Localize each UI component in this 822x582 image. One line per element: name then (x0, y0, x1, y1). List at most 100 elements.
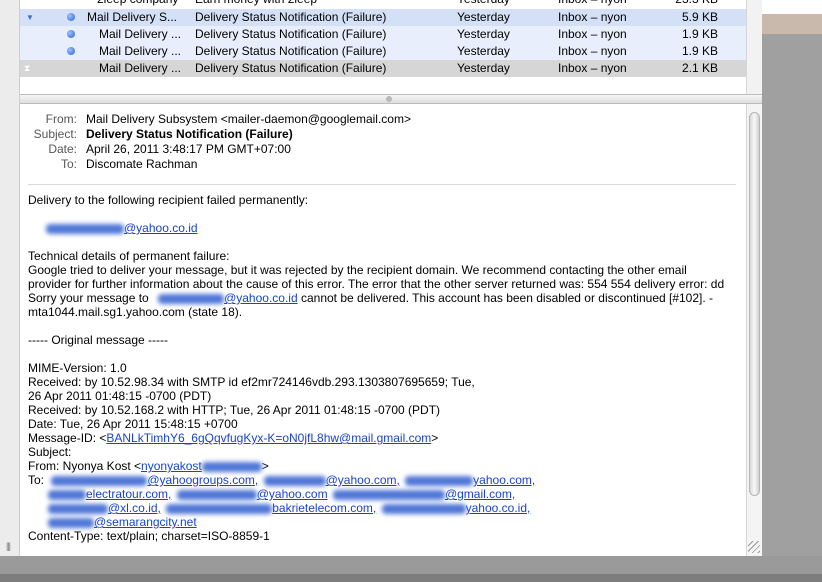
tech-line-text: cannot be delivered. This account has be… (300, 291, 714, 305)
redacted-text (158, 293, 225, 304)
original-message-separator: ----- Original message ----- (28, 333, 169, 347)
redacted-text (332, 489, 445, 500)
header-value: Delivery Status Notification (Failure) (86, 127, 293, 141)
recipient-link-text[interactable]: @yahoo.com (257, 487, 328, 501)
redacted-text (48, 503, 108, 514)
unread-dot-icon (67, 47, 75, 55)
raw-header-line: Received: by 10.52.98.34 with SMTP id ef… (28, 375, 475, 389)
recipient-link-text[interactable]: yahoo.co.id, (466, 501, 531, 515)
raw-header-line: 26 Apr 2011 01:48:15 -0700 (PDT) (28, 389, 212, 403)
message-mailbox: Inbox – nyon (558, 61, 627, 75)
header-value[interactable]: Mail Delivery Subsystem <mailer-daemon@g… (86, 112, 411, 127)
header-label: Date: (48, 142, 77, 156)
message-viewer[interactable]: From: Mail Delivery Subsystem <mailer-da… (20, 104, 746, 556)
message-id-link[interactable]: BANLkTimhY6_6gQqvfugKyx-K=oN0jfL8hw@mail… (106, 431, 431, 445)
message-size: 2.1 KB (681, 61, 718, 75)
recipient-link-text[interactable]: @yahoo.co.id (124, 221, 198, 235)
message-size: 1.9 KB (681, 44, 718, 58)
message-size: 5.9 KB (681, 10, 718, 24)
redacted-text (263, 475, 326, 486)
message-from: Mail Delivery ... (99, 44, 182, 58)
desktop-background (0, 556, 822, 582)
raw-header-text: Message-ID: < (28, 431, 107, 445)
message-subject: Delivery Status Notification (Failure) (195, 10, 387, 24)
message-mailbox: Inbox – nyon (558, 44, 627, 58)
message-row[interactable]: Mail Delivery ... Delivery Status Notifi… (20, 26, 746, 43)
message-list-empty-area[interactable] (20, 78, 746, 94)
tech-line: mta1044.mail.sg1.yahoo.com (state 18). (28, 305, 243, 319)
message-row-selected[interactable]: ⧗ Mail Delivery ... Delivery Status Noti… (20, 60, 746, 77)
recipient-link-text[interactable]: yahoo.com, (473, 473, 535, 487)
window-resize-grip-icon[interactable] (748, 541, 760, 553)
recipient-link-text[interactable]: @yahoo.co.id (224, 291, 298, 305)
message-size: 23.3 KB (640, 0, 718, 8)
raw-header-line: To: @yahoogroups.com, @yahoo.com, yahoo.… (28, 473, 535, 487)
message-from: 2leep company (97, 0, 197, 8)
recipient-link[interactable]: @yahoo.co.id (46, 221, 198, 235)
redacted-text (381, 503, 466, 514)
recipient-link-text[interactable]: @semarangcity.net (94, 515, 197, 529)
redacted-text (166, 503, 273, 514)
message-date: Yesterday (457, 44, 510, 58)
raw-header-text: > (261, 459, 269, 473)
header-label: Subject: (33, 127, 77, 141)
raw-header-line: electratour.com, @yahoo.com @gmail.com, (48, 487, 515, 501)
redacted-text (48, 489, 86, 500)
message-subject: Delivery Status Notification (Failure) (195, 44, 387, 58)
recipient-link-text[interactable]: @yahoo.com, (326, 473, 400, 487)
message-date: Yesterday (457, 10, 510, 24)
recipient-link-text[interactable]: @yahoogroups.com, (147, 473, 258, 487)
redacted-text (48, 517, 94, 528)
raw-header-line: Message-ID: <BANLkTimhY6_6gQqvfugKyx-K=o… (28, 431, 438, 445)
splitter-grip-icon[interactable] (386, 96, 392, 102)
sender-link[interactable]: nyonyakost (141, 459, 202, 473)
disclosure-triangle-icon[interactable]: ▼ (26, 9, 34, 26)
message-from: Mail Delivery ... (99, 27, 182, 41)
message-subject: Delivery Status Notification (Failure) (195, 27, 387, 41)
message-scrollbar[interactable] (746, 104, 762, 556)
redacted-text (51, 475, 148, 486)
mail-window: ||| 2leep company Earn money with 2leep … (0, 0, 762, 556)
redacted-text (176, 489, 257, 500)
header-label: To: (60, 157, 77, 171)
body-intro: Delivery to the following recipient fail… (28, 193, 309, 207)
message-mailbox: Inbox – nyon (558, 0, 634, 8)
raw-header-line: @xl.co.id, bakrietelecom.com, yahoo.co.i… (48, 501, 530, 515)
raw-header-line: Date: Tue, 26 Apr 2011 15:48:15 +0700 (28, 417, 238, 431)
raw-header-text: From: Nyonya Kost < (28, 459, 142, 473)
message-row[interactable]: Mail Delivery ... Delivery Status Notifi… (20, 43, 746, 60)
recipient-link-text[interactable]: bakrietelecom.com, (272, 501, 376, 515)
tech-line: Google tried to deliver your message, bu… (28, 263, 687, 277)
message-mailbox: Inbox – nyon (558, 27, 627, 41)
redacted-text (46, 223, 124, 234)
message-mailbox: Inbox – nyon (558, 10, 627, 24)
background-window-band (762, 14, 822, 34)
header-value[interactable]: Discomate Rachman (86, 157, 197, 172)
tech-line-text: Sorry your message to (28, 291, 149, 305)
unread-dot-icon (67, 30, 75, 38)
recipient-link-text[interactable]: electratour.com, (86, 487, 171, 501)
message-list-scrollbar[interactable] (746, 0, 762, 94)
pane-splitter[interactable] (20, 94, 762, 104)
gutter-grip-icon[interactable]: ||| (6, 541, 11, 551)
recipient-link-text[interactable]: @xl.co.id, (108, 501, 161, 515)
raw-header-text: > (431, 431, 439, 445)
message-date: Yesterday (457, 61, 510, 75)
message-subject: Earn money with 2leep (195, 0, 450, 8)
raw-header-line: Content-Type: text/plain; charset=ISO-88… (28, 529, 270, 543)
tech-heading: Technical details of permanent failure: (28, 249, 230, 263)
redacted-text (405, 475, 474, 486)
message-row[interactable]: 2leep company Earn money with 2leep Yest… (20, 0, 746, 8)
tech-line: Sorry your message to @yahoo.co.id canno… (28, 291, 713, 305)
message-from: Mail Delivery S... (87, 10, 178, 24)
message-row[interactable]: ▼ Mail Delivery S... Delivery Status Not… (20, 9, 746, 26)
unread-dot-icon (67, 13, 75, 21)
raw-header-line: Subject: (28, 445, 72, 459)
message-list[interactable]: 2leep company Earn money with 2leep Yest… (20, 0, 746, 78)
thread-end-icon: ⧗ (24, 63, 31, 73)
scrollbar-thumb[interactable] (749, 112, 760, 496)
recipient-link-text[interactable]: @gmail.com, (445, 487, 515, 501)
header-value: April 26, 2011 3:48:17 PM GMT+07:00 (86, 142, 291, 156)
tech-line: provider for further information about t… (28, 277, 725, 291)
redacted-text (201, 461, 262, 472)
